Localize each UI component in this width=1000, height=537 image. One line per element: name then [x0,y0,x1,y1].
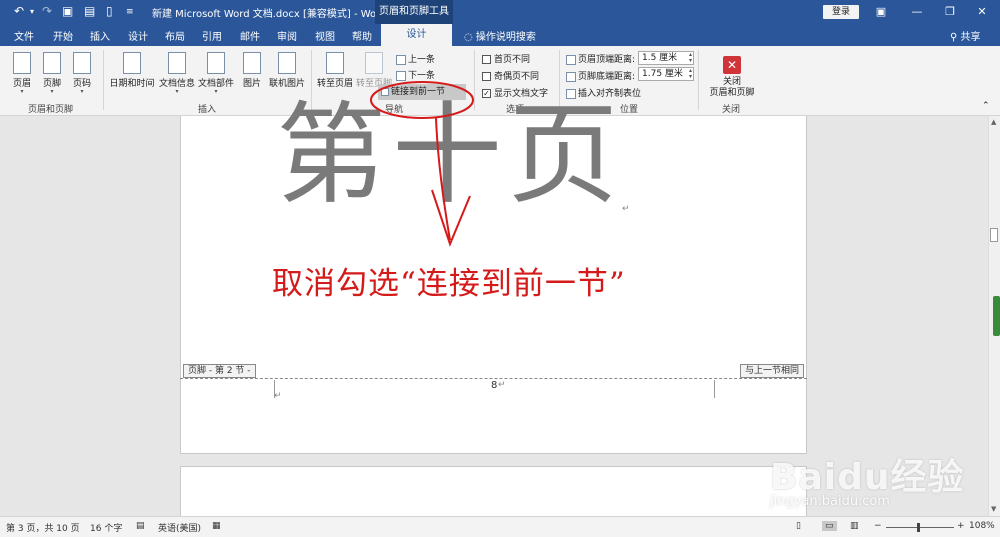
scrollbar-thumb[interactable] [990,228,998,242]
print-layout-icon[interactable]: ▭ [822,521,837,531]
annotation-instruction-text: 取消勾选“连接到前一节” [272,266,626,302]
watermark-url: jingyan.baidu.com [770,494,890,509]
footer-page-number[interactable]: 8 [491,380,497,391]
macro-icon[interactable]: ▦ [212,521,221,531]
zoom-slider-thumb[interactable] [917,523,920,532]
side-handle [993,296,1000,336]
word-count[interactable]: 16 个字 [90,521,122,534]
footer-section-tab: 页脚 - 第 2 节 - [183,364,256,378]
zoom-out-icon[interactable]: − [874,521,882,531]
read-mode-icon[interactable]: ▯ [796,521,801,531]
zoom-level[interactable]: 108% [969,521,995,531]
scroll-up-icon[interactable]: ▲ [991,118,996,126]
baidu-watermark: Baidu经验 jingyan.baidu.com [760,440,990,515]
annotation-arrow [431,117,471,247]
zoom-in-icon[interactable]: + [957,521,965,531]
language-indicator[interactable]: 英语(美国) [158,521,201,534]
status-bar: 第 3 页，共 10 页 16 个字 ▤ 英语(美国) ▦ ▯ ▭ ▥ − + … [0,516,1000,537]
scroll-down-icon[interactable]: ▼ [991,505,996,513]
crop-mark-right [714,380,715,398]
footer-boundary-line [180,378,807,379]
zoom-slider[interactable] [886,527,954,528]
web-layout-icon[interactable]: ▥ [850,521,859,531]
same-as-previous-tab: 与上一节相同 [740,364,805,378]
paragraph-mark-icon: ↵ [498,380,506,390]
watermark-logo: Baidu经验 [770,457,965,498]
paragraph-mark-icon: ↵ [274,391,282,401]
proofing-icon[interactable]: ▤ [136,521,145,531]
page-count[interactable]: 第 3 页，共 10 页 [6,521,80,534]
annotation-circle [370,81,474,119]
